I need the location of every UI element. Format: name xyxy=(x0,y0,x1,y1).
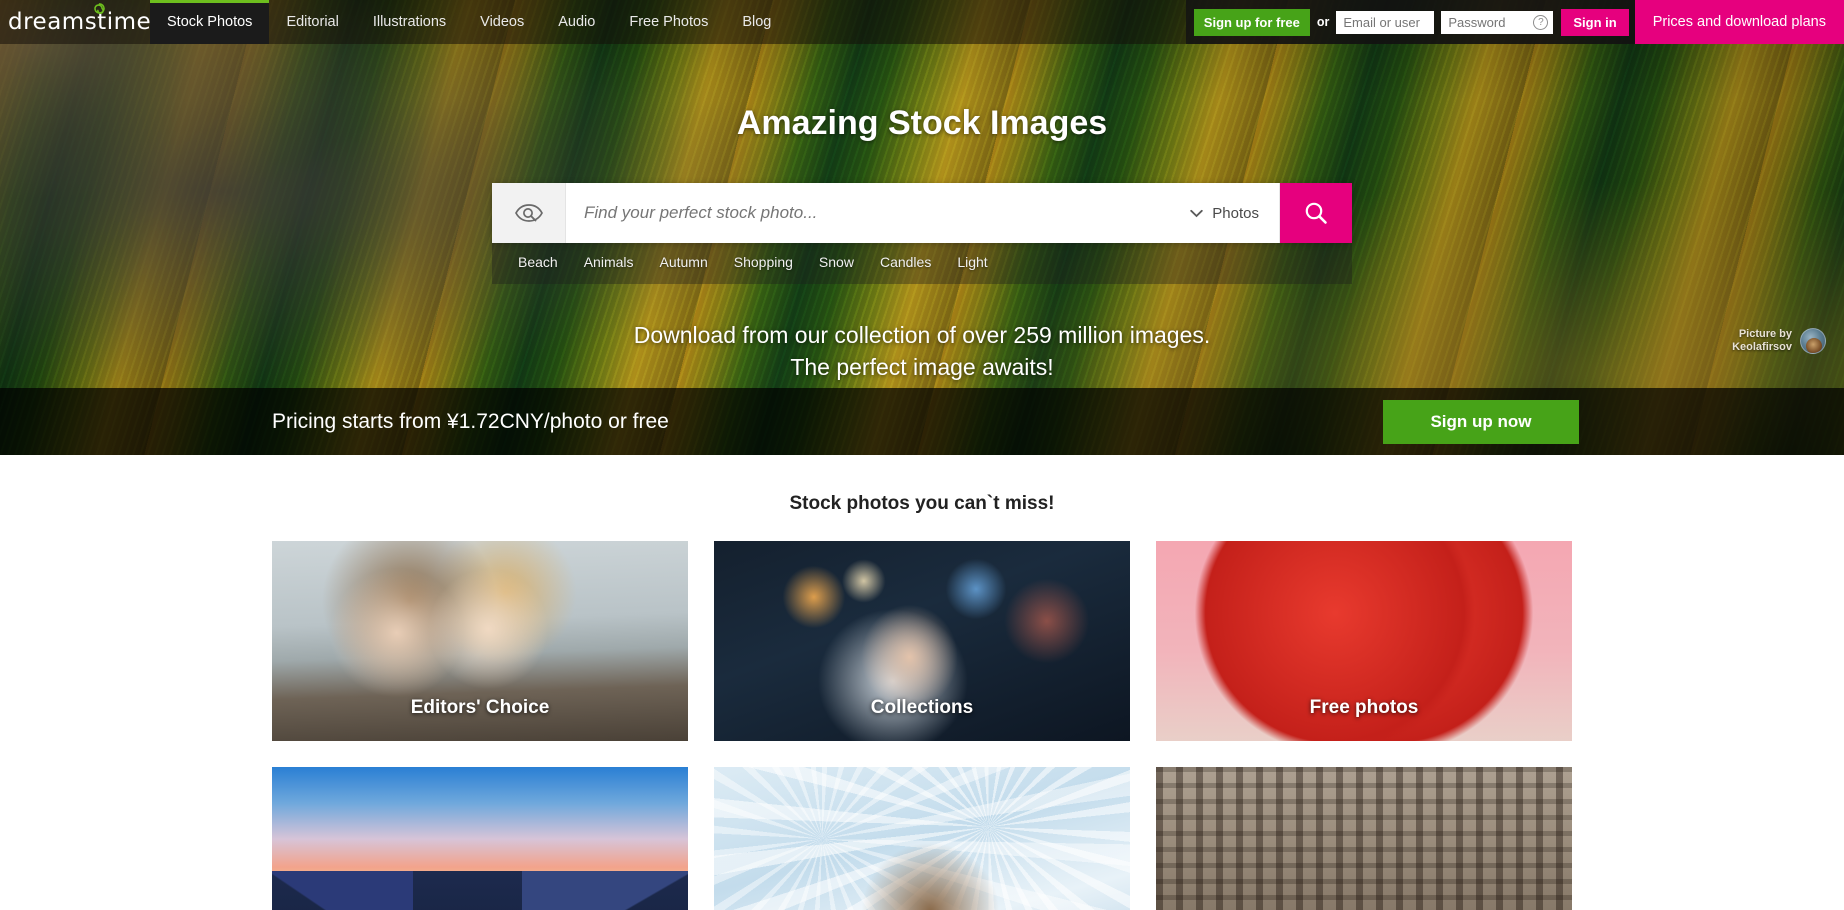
nav-item-label: Blog xyxy=(742,14,772,30)
hero-subtitle: Download from our collection of over 259… xyxy=(633,322,1211,380)
photo-credit-text: Picture by Keolafirsov xyxy=(1732,328,1792,356)
password-group: ? xyxy=(1441,10,1554,34)
avatar[interactable] xyxy=(1800,328,1826,355)
primary-nav-items: Stock Photos Editorial Illustrations Vid… xyxy=(150,0,788,44)
card-winter[interactable] xyxy=(714,767,1130,910)
search-module: Photos Beach Animals Autumn Shopping Sno… xyxy=(492,183,1352,284)
tag-snow[interactable]: Snow xyxy=(819,254,854,270)
logo-wordmark: dreamstime xyxy=(8,9,152,35)
category-card-grid: Editors' Choice Collections Free photos xyxy=(272,541,1572,910)
page-title: Amazing Stock Images xyxy=(736,104,1108,142)
nav-item-illustrations[interactable]: Illustrations xyxy=(356,0,463,44)
photo-credit-line2: Keolafirsov xyxy=(1732,341,1792,354)
tag-animals[interactable]: Animals xyxy=(584,254,634,270)
nav-item-label: Stock Photos xyxy=(167,14,253,30)
search-bar: Photos xyxy=(492,183,1352,243)
tag-autumn[interactable]: Autumn xyxy=(660,254,708,270)
card-image xyxy=(1156,767,1572,910)
tag-shopping[interactable]: Shopping xyxy=(734,254,793,270)
card-label: Editors' Choice xyxy=(410,697,550,718)
sign-up-now-button[interactable]: Sign up now xyxy=(1383,399,1579,444)
eye-search-glyph xyxy=(514,204,543,222)
site-logo[interactable]: dreamstime . xyxy=(0,0,158,44)
nav-item-label: Editorial xyxy=(286,14,339,30)
card-label: Free photos xyxy=(1309,697,1419,718)
card-label: Collections xyxy=(870,697,974,718)
nav-item-videos[interactable]: Videos xyxy=(463,0,541,44)
card-editors-choice[interactable]: Editors' Choice xyxy=(272,541,688,741)
nav-item-stock-photos[interactable]: Stock Photos xyxy=(150,0,270,44)
search-submit-button[interactable] xyxy=(1280,183,1352,243)
top-navigation-bar: dreamstime . Stock Photos Editorial Illu… xyxy=(0,0,1844,44)
section-title: Stock photos you can`t miss! xyxy=(789,493,1055,514)
signup-for-free-button[interactable]: Sign up for free xyxy=(1193,8,1310,36)
hero-content: Amazing Stock Images Photos xyxy=(0,104,1844,383)
nav-left-group: dreamstime . Stock Photos Editorial Illu… xyxy=(0,0,788,44)
auth-or-label: or xyxy=(1316,15,1330,29)
sign-in-button[interactable]: Sign in xyxy=(1561,8,1629,36)
search-type-dropdown[interactable]: Photos xyxy=(1180,183,1280,243)
main-content: Stock photos you can`t miss! Editors' Ch… xyxy=(0,455,1844,910)
search-input[interactable] xyxy=(566,183,1181,243)
nav-item-label: Free Photos xyxy=(629,14,709,30)
nav-item-label: Illustrations xyxy=(372,14,447,30)
card-free-photos[interactable]: Free photos xyxy=(1156,541,1572,741)
card-image xyxy=(714,767,1130,910)
pricing-text: Pricing starts from ¥1.72CNY/photo or fr… xyxy=(272,409,669,433)
nav-item-label: Audio xyxy=(558,14,596,30)
photo-credit[interactable]: Picture by Keolafirsov xyxy=(1732,328,1826,356)
nav-item-label: Videos xyxy=(480,14,525,30)
nav-item-free-photos[interactable]: Free Photos xyxy=(612,0,725,44)
tag-candles[interactable]: Candles xyxy=(880,254,931,270)
photo-credit-line1: Picture by xyxy=(1738,327,1792,340)
tag-light[interactable]: Light xyxy=(957,254,987,270)
nav-item-editorial[interactable]: Editorial xyxy=(269,0,355,44)
nav-right-group: Sign up for free or ? Sign in Prices and… xyxy=(1185,0,1844,44)
help-icon[interactable]: ? xyxy=(1533,14,1549,30)
password-input[interactable] xyxy=(1441,10,1534,34)
search-type-label: Photos xyxy=(1212,204,1259,222)
email-or-user-input[interactable] xyxy=(1336,10,1435,34)
tag-beach[interactable]: Beach xyxy=(518,254,558,270)
nav-item-blog[interactable]: Blog xyxy=(725,0,788,44)
card-image xyxy=(272,767,688,910)
auth-block: Sign up for free or ? Sign in xyxy=(1185,0,1635,44)
popular-tags-bar: Beach Animals Autumn Shopping Snow Candl… xyxy=(492,243,1352,284)
card-wildlife[interactable] xyxy=(1156,767,1572,910)
eye-search-icon[interactable] xyxy=(492,183,566,243)
chevron-down-icon xyxy=(1190,209,1203,217)
logo-spiral-icon xyxy=(94,3,105,14)
nav-item-audio[interactable]: Audio xyxy=(541,0,612,44)
card-landscape[interactable] xyxy=(272,767,688,910)
pricing-strip: Pricing starts from ¥1.72CNY/photo or fr… xyxy=(0,388,1844,455)
magnifier-icon xyxy=(1305,202,1327,224)
hero-banner: Amazing Stock Images Photos xyxy=(0,0,1844,455)
prices-and-download-plans-button[interactable]: Prices and download plans xyxy=(1634,0,1844,44)
prices-label: Prices and download plans xyxy=(1652,14,1826,30)
card-collections[interactable]: Collections xyxy=(714,541,1130,741)
